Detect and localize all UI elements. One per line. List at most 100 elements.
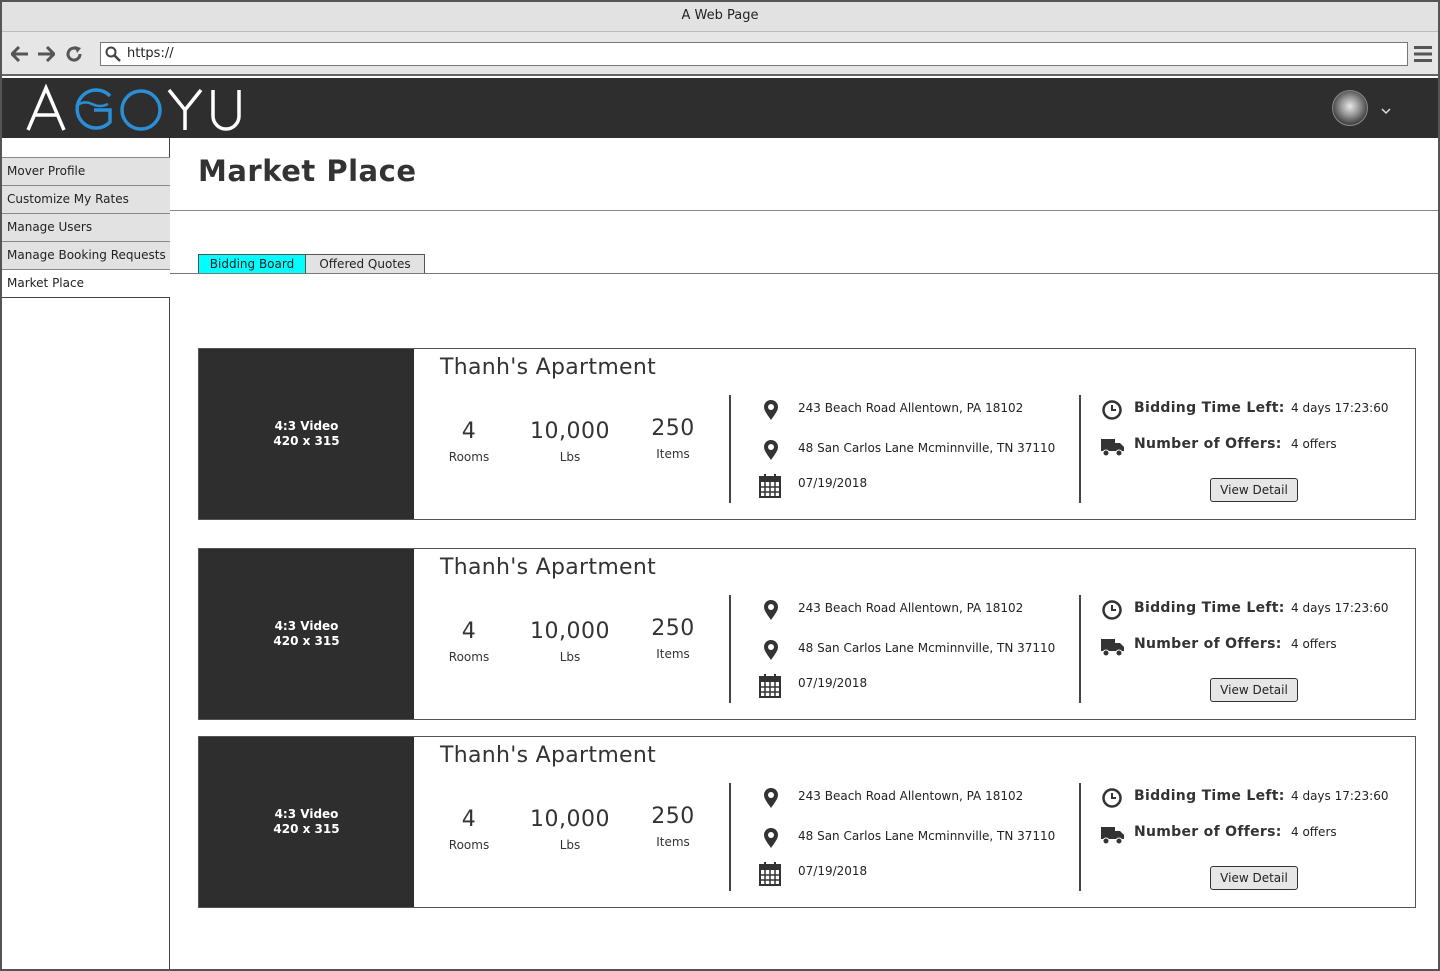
bidding-time-left-value: 4 days 17:23:60 (1291, 601, 1389, 615)
items-stat: 250 Items (645, 616, 701, 661)
window-title: A Web Page (2, 2, 1438, 32)
tab-offered-quotes[interactable]: Offered Quotes (305, 254, 425, 274)
items-label: Items (656, 835, 690, 849)
number-of-offers-label: Number of Offers: (1134, 436, 1282, 452)
back-arrow-icon[interactable] (10, 44, 30, 64)
number-of-offers-label: Number of Offers: (1134, 824, 1282, 840)
view-detail-button[interactable]: View Detail (1210, 678, 1298, 702)
clock-icon (1102, 400, 1122, 424)
lbs-stat: 10,000 Lbs (525, 807, 615, 852)
listing-card: 4:3 Video 420 x 315 Thanh's Apartment 4 … (198, 348, 1416, 520)
lbs-value: 10,000 (530, 419, 610, 444)
bidding-time-left-label: Bidding Time Left: (1134, 788, 1285, 804)
agoyu-logo[interactable] (24, 82, 254, 134)
sidebar-item-mover-profile[interactable]: Mover Profile (2, 158, 170, 186)
map-pin-icon (763, 599, 779, 621)
bidding-time-left-label: Bidding Time Left: (1134, 400, 1285, 416)
search-icon (105, 46, 121, 62)
video-size-label: 420 x 315 (273, 434, 340, 448)
divider (170, 273, 1438, 274)
lbs-label: Lbs (559, 838, 581, 852)
forward-arrow-icon[interactable] (36, 44, 56, 64)
map-pin-icon (763, 787, 779, 809)
hamburger-menu-icon[interactable] (1414, 46, 1432, 62)
lbs-value: 10,000 (530, 807, 610, 832)
video-placeholder[interactable]: 4:3 Video 420 x 315 (199, 549, 414, 719)
truck-icon (1101, 437, 1125, 461)
truck-icon (1101, 825, 1125, 849)
pickup-address: 243 Beach Road Allentown, PA 18102 (798, 401, 1024, 415)
page-title: Market Place (198, 154, 417, 188)
lbs-label: Lbs (559, 450, 581, 464)
items-label: Items (656, 647, 690, 661)
video-placeholder[interactable]: 4:3 Video 420 x 315 (199, 737, 414, 907)
lbs-value: 10,000 (530, 619, 610, 644)
clock-icon (1102, 788, 1122, 812)
rooms-label: Rooms (448, 650, 490, 664)
rooms-label: Rooms (448, 838, 490, 852)
move-date: 07/19/2018 (798, 864, 868, 878)
items-stat: 250 Items (645, 804, 701, 849)
sidebar-item-manage-booking-requests[interactable]: Manage Booking Requests (2, 242, 170, 270)
map-pin-icon (763, 439, 779, 461)
lbs-stat: 10,000 Lbs (525, 619, 615, 664)
clock-icon (1102, 600, 1122, 624)
divider (1079, 595, 1081, 703)
divider (729, 783, 731, 891)
dropoff-address: 48 San Carlos Lane Mcminnville, TN 37110 (798, 641, 1056, 655)
dropoff-address: 48 San Carlos Lane Mcminnville, TN 37110 (798, 441, 1056, 455)
bidding-time-left-value: 4 days 17:23:60 (1291, 789, 1389, 803)
rooms-value: 4 (461, 807, 477, 832)
calendar-icon (759, 862, 781, 886)
browser-window: A Web Page https:// Mover Profile Custom… (0, 0, 1440, 971)
divider (170, 210, 1438, 211)
move-date: 07/19/2018 (798, 676, 868, 690)
video-ratio-label: 4:3 Video (274, 807, 339, 821)
rooms-value: 4 (461, 419, 477, 444)
address-bar[interactable]: https:// (100, 42, 1408, 66)
divider (729, 595, 731, 703)
calendar-icon (759, 474, 781, 498)
map-pin-icon (763, 639, 779, 661)
items-stat: 250 Items (645, 416, 701, 461)
listing-title: Thanh's Apartment (440, 743, 657, 768)
browser-toolbar: https:// (2, 32, 1438, 76)
video-ratio-label: 4:3 Video (274, 419, 339, 433)
number-of-offers-value: 4 offers (1291, 637, 1337, 651)
pickup-address: 243 Beach Road Allentown, PA 18102 (798, 601, 1024, 615)
divider (729, 395, 731, 503)
rooms-value: 4 (461, 619, 477, 644)
map-pin-icon (763, 827, 779, 849)
app-header (2, 78, 1438, 138)
sidebar-spacer (2, 138, 170, 158)
sidebar-item-manage-users[interactable]: Manage Users (2, 214, 170, 242)
items-value: 250 (651, 616, 695, 641)
pickup-address: 243 Beach Road Allentown, PA 18102 (798, 789, 1024, 803)
user-avatar[interactable] (1332, 90, 1368, 126)
truck-icon (1101, 637, 1125, 661)
view-detail-button[interactable]: View Detail (1210, 478, 1298, 502)
sidebar: Mover Profile Customize My Rates Manage … (2, 138, 170, 969)
lbs-label: Lbs (559, 650, 581, 664)
reload-icon[interactable] (64, 44, 84, 64)
listing-card: 4:3 Video 420 x 315 Thanh's Apartment 4 … (198, 736, 1416, 908)
view-detail-button[interactable]: View Detail (1210, 866, 1298, 890)
items-value: 250 (651, 804, 695, 829)
bidding-time-left-value: 4 days 17:23:60 (1291, 401, 1389, 415)
tab-bidding-board[interactable]: Bidding Board (198, 254, 306, 274)
sidebar-item-market-place[interactable]: Market Place (2, 270, 170, 298)
divider (1079, 395, 1081, 503)
dropoff-address: 48 San Carlos Lane Mcminnville, TN 37110 (798, 829, 1056, 843)
number-of-offers-label: Number of Offers: (1134, 636, 1282, 652)
number-of-offers-value: 4 offers (1291, 825, 1337, 839)
sidebar-item-customize-my-rates[interactable]: Customize My Rates (2, 186, 170, 214)
video-size-label: 420 x 315 (273, 634, 340, 648)
items-label: Items (656, 447, 690, 461)
divider (1079, 783, 1081, 891)
video-placeholder[interactable]: 4:3 Video 420 x 315 (199, 349, 414, 519)
listing-title: Thanh's Apartment (440, 555, 657, 580)
move-date: 07/19/2018 (798, 476, 868, 490)
chevron-down-icon[interactable] (1380, 102, 1392, 115)
number-of-offers-value: 4 offers (1291, 437, 1337, 451)
map-pin-icon (763, 399, 779, 421)
